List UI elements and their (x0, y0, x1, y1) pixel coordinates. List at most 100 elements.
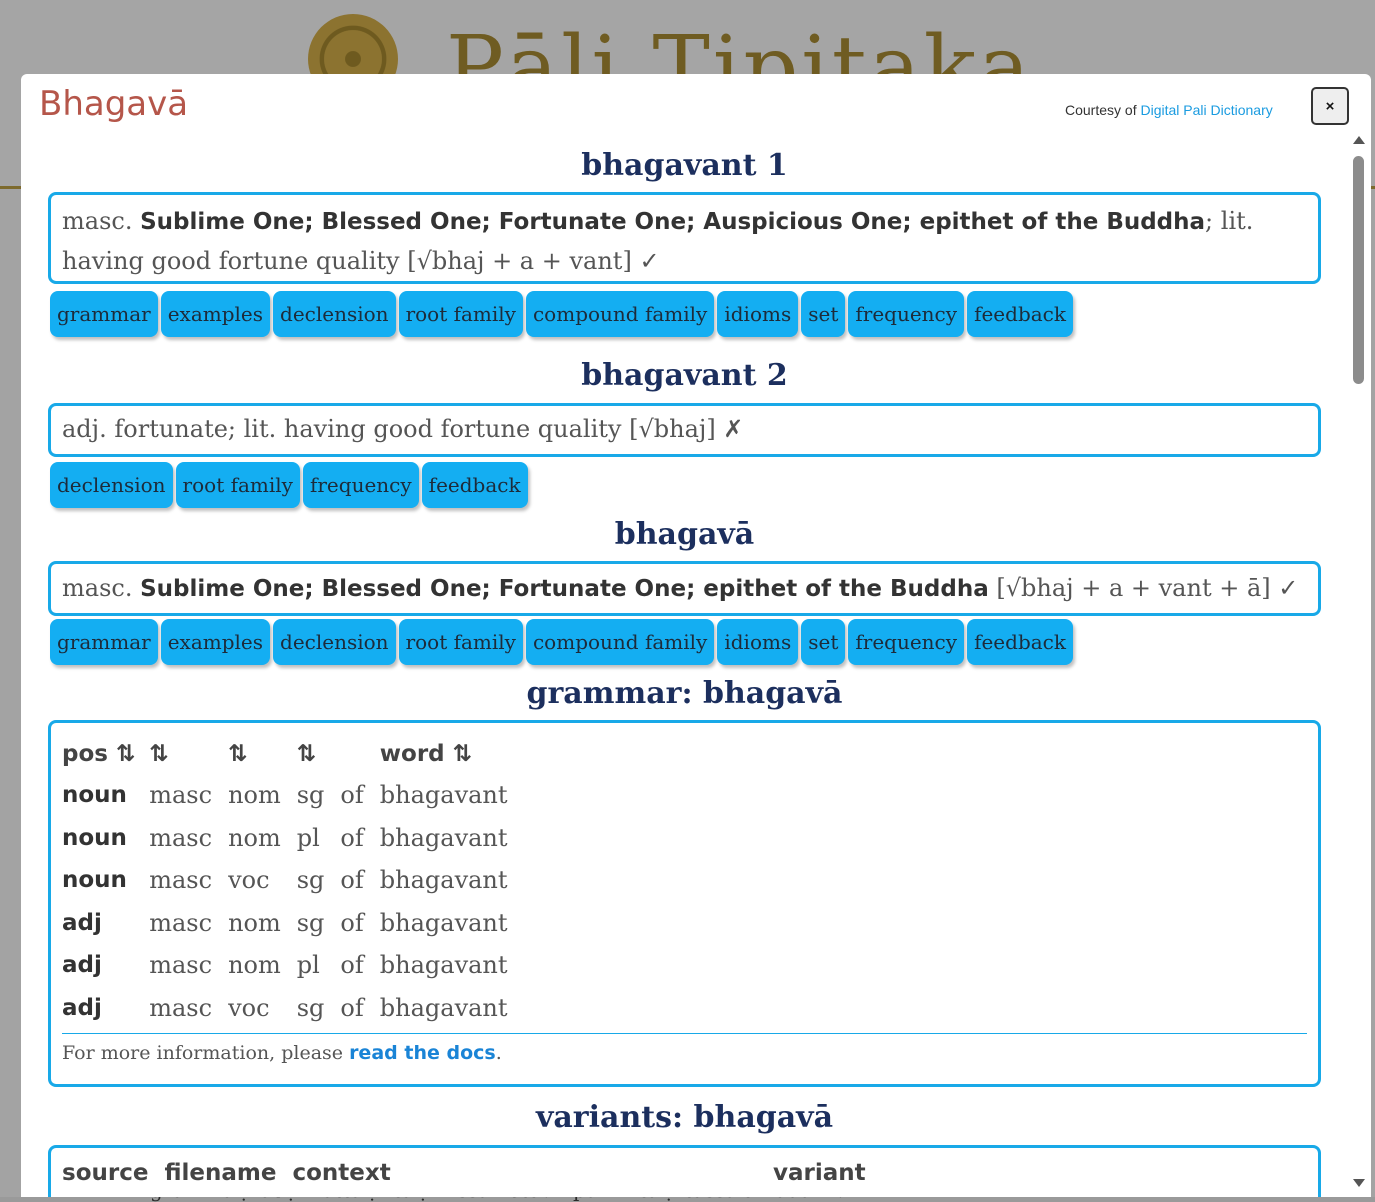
idioms-button[interactable]: idioms (717, 619, 799, 665)
cell-pos: noun (62, 824, 127, 851)
variants-header-row: source filename context variant (62, 1160, 866, 1186)
declension-button[interactable]: declension (273, 291, 396, 337)
sort-number-header[interactable]: ⇅ (297, 733, 341, 774)
frequency-button[interactable]: frequency (302, 462, 419, 508)
cell-case: voc (228, 993, 270, 1022)
cell-pos: noun (62, 867, 127, 894)
grammar-button[interactable]: grammar (50, 291, 158, 337)
cell-number: sg (296, 866, 325, 895)
entry-buttons: grammar examples declension root family … (50, 619, 1073, 665)
cell-gender: masc (149, 823, 213, 852)
read-docs-link[interactable]: read the docs (349, 1042, 496, 1064)
definition-text: masc. Sublime One; Blessed One; Fortunat… (51, 195, 1318, 288)
grammar-heading: grammar: bhagavā (526, 676, 843, 711)
cell-number: sg (296, 993, 325, 1022)
footer-suffix: . (495, 1042, 502, 1064)
frequency-button[interactable]: frequency (848, 619, 965, 665)
sort-word-header[interactable]: word ⇅ (380, 733, 524, 774)
cell-gender: masc (149, 951, 213, 980)
set-button[interactable]: set (801, 619, 846, 665)
entry-heading: bhagavant 2 (581, 358, 788, 393)
examples-button[interactable]: examples (160, 619, 271, 665)
frequency-button[interactable]: frequency (848, 291, 965, 337)
close-button[interactable]: × (1311, 87, 1349, 125)
compound-family-button[interactable]: compound family (525, 619, 715, 665)
variant-header[interactable]: variant (773, 1160, 866, 1186)
courtesy-prefix: Courtesy of (1065, 102, 1137, 118)
definition-text: adj. fortunate; lit. having good fortune… (51, 406, 1318, 456)
set-button[interactable]: set (801, 291, 846, 337)
cell-gender: masc (149, 908, 213, 937)
table-row: adj masc nom pl of bhagavant (62, 944, 524, 987)
cell-word: bhagavant (379, 951, 508, 980)
context-header[interactable]: context (292, 1160, 390, 1186)
dpd-link[interactable]: Digital Pali Dictionary (1140, 102, 1272, 118)
meaning: Sublime One; Blessed One; Fortunate One;… (140, 209, 1206, 235)
courtesy-note: Courtesy of Digital Pali Dictionary (1065, 102, 1273, 118)
cell-case: nom (228, 951, 281, 980)
table-row: noun masc voc sg of bhagavant (62, 859, 524, 902)
compound-family-button[interactable]: compound family (525, 291, 715, 337)
declension-button[interactable]: declension (50, 462, 173, 508)
variants-heading: variants: bhagavā (535, 1100, 834, 1135)
cell-pos: adj (62, 994, 102, 1021)
sort-pos-header[interactable]: pos ⇅ (62, 733, 149, 774)
definition-box: masc. Sublime One; Blessed One; Fortunat… (48, 561, 1321, 616)
cell-of: of (340, 951, 364, 980)
cell-of: of (340, 823, 364, 852)
cell-of: of (340, 993, 364, 1022)
source-header[interactable]: source (62, 1160, 148, 1186)
cell-case: voc (228, 866, 270, 895)
filename-header[interactable]: filename (164, 1160, 276, 1186)
scroll-down-arrow-icon[interactable] (1353, 1179, 1365, 1187)
feedback-button[interactable]: feedback (967, 291, 1073, 337)
cell-of: of (340, 866, 364, 895)
cell-pos: adj (62, 952, 102, 979)
declension-button[interactable]: declension (273, 619, 396, 665)
meaning: fortunate; lit. having good fortune qual… (114, 415, 744, 443)
cell-gender: masc (149, 993, 213, 1022)
table-row: adj masc nom sg of bhagavant (62, 902, 524, 945)
scroll-up-arrow-icon[interactable] (1353, 136, 1365, 144)
cell-word: bhagavant (379, 866, 508, 895)
feedback-button[interactable]: feedback (967, 619, 1073, 665)
examples-button[interactable]: examples (160, 291, 271, 337)
part-of-speech: adj. (62, 415, 107, 443)
meaning-extra: [√bhaj + a + vant + ā] ✓ (988, 574, 1299, 602)
table-row: adj masc voc sg of bhagavant (62, 987, 524, 1030)
modal-title: Bhagavā (39, 84, 189, 124)
definition-box: adj. fortunate; lit. having good fortune… (48, 403, 1321, 457)
entry-buttons: grammar examples declension root family … (50, 291, 1073, 337)
dictionary-modal: Bhagavā Courtesy of Digital Pali Diction… (21, 74, 1371, 1197)
part-of-speech: masc. (62, 574, 133, 602)
table-row: noun masc nom sg of bhagavant (62, 774, 524, 817)
sort-gender-header[interactable]: ⇅ (149, 733, 228, 774)
grammar-table: pos ⇅ ⇅ ⇅ ⇅ word ⇅ noun masc nom sg of b… (62, 733, 524, 1029)
feedback-button[interactable]: feedback (421, 462, 528, 508)
grammar-footer: For more information, please read the do… (62, 1033, 1307, 1064)
cell-gender: masc (149, 866, 213, 895)
cell-word: bhagavant (379, 993, 508, 1022)
cell-number: sg (296, 908, 325, 937)
grammar-box: pos ⇅ ⇅ ⇅ ⇅ word ⇅ noun masc nom sg of b… (48, 720, 1321, 1087)
cell-case: nom (228, 823, 281, 852)
sort-case-header[interactable]: ⇅ (228, 733, 297, 774)
grammar-button[interactable]: grammar (50, 619, 158, 665)
idioms-button[interactable]: idioms (717, 291, 799, 337)
scrollbar[interactable] (1351, 134, 1367, 1197)
cell-case: nom (228, 781, 281, 810)
table-row: noun masc nom pl of bhagavant (62, 817, 524, 860)
cell-word: bhagavant (379, 908, 508, 937)
cell-pos: noun (62, 782, 127, 809)
root-family-button[interactable]: root family (398, 291, 523, 337)
root-family-button[interactable]: root family (175, 462, 300, 508)
meaning: Sublime One; Blessed One; Fortunate One;… (140, 576, 989, 602)
root-family-button[interactable]: root family (398, 619, 523, 665)
entry-buttons: declension root family frequency feedbac… (50, 462, 528, 508)
scrollbar-thumb[interactable] (1353, 156, 1364, 384)
definition-box: masc. Sublime One; Blessed One; Fortunat… (48, 192, 1321, 284)
cell-of: of (340, 908, 364, 937)
entry-heading: bhagavā (614, 517, 755, 552)
definition-text: masc. Sublime One; Blessed One; Fortunat… (51, 564, 1318, 616)
cell-number: pl (296, 951, 320, 980)
